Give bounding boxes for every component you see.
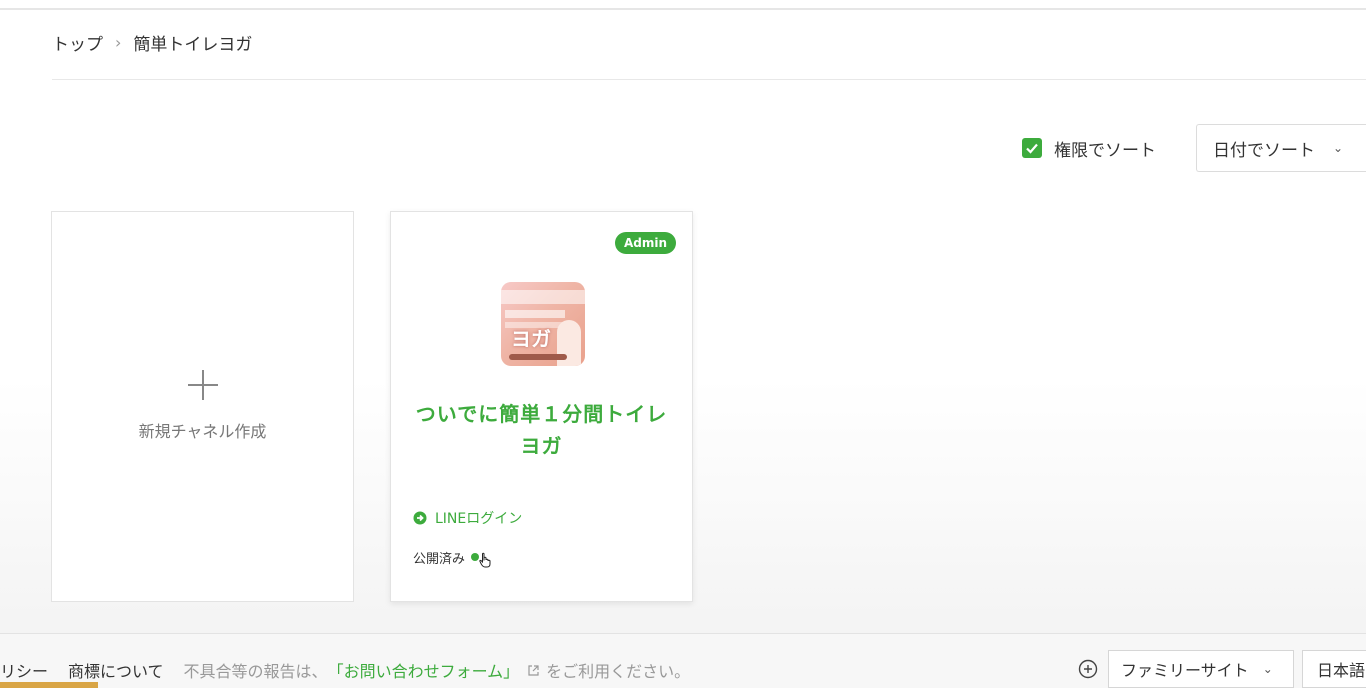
breadcrumb-separator: › [115, 33, 122, 52]
breadcrumb-current: 簡単トイレヨガ [133, 35, 253, 55]
header-divider [52, 79, 1366, 80]
report-notice-suffix: をご利用ください。 [546, 662, 691, 681]
report-notice: 不具合等の報告は、 [183, 662, 328, 681]
channel-card[interactable]: Admin ヨガ ついでに簡単１分間トイレヨガ LINEログイン 公開済み [390, 211, 693, 602]
sort-bar: 権限でソート 日付でソート ⌄ [1022, 124, 1366, 172]
plus-icon [187, 369, 218, 400]
channel-thumbnail: ヨガ [501, 282, 585, 366]
status-label: 公開済み [413, 551, 466, 567]
chevron-down-icon: ⌄ [1262, 662, 1273, 676]
date-sort-value: 日付でソート [1213, 140, 1315, 161]
status-dot-icon [471, 553, 480, 561]
family-site-select[interactable]: ファミリーサイト ⌄ [1108, 650, 1294, 688]
breadcrumb-home-link[interactable]: トップ [52, 30, 103, 55]
breadcrumb: トップ › 簡単トイレヨガ [52, 30, 252, 55]
thumbnail-strip [509, 354, 567, 360]
line-login-row: LINEログイン [413, 508, 522, 528]
admin-badge: Admin [614, 232, 676, 254]
plus-circle-icon[interactable] [1078, 659, 1098, 679]
contact-form-link[interactable]: 「お問い合わせフォーム」 [328, 658, 520, 682]
thumbnail-band [501, 290, 585, 304]
family-site-value: ファミリーサイト [1121, 661, 1249, 680]
permission-sort-checkbox[interactable] [1022, 138, 1042, 158]
permission-sort-label[interactable]: 権限でソート [1054, 136, 1156, 161]
thumbnail-logo: ヨガ [511, 327, 551, 351]
publish-status: 公開済み [413, 546, 493, 568]
line-login-label: LINEログイン [435, 511, 523, 527]
top-rule [0, 8, 1366, 10]
new-channel-card[interactable]: 新規チャネル作成 [51, 211, 354, 602]
checkmark-icon [1026, 143, 1038, 154]
footer: リシー 商標について 不具合等の報告は、 「お問い合わせフォーム」 をご利用くだ… [0, 633, 1366, 688]
language-value: 日本語 [1317, 661, 1366, 680]
thumbnail-band [505, 310, 565, 318]
arrow-right-circle-icon [413, 511, 427, 525]
bottom-strip [0, 682, 98, 688]
date-sort-select[interactable]: 日付でソート ⌄ [1196, 124, 1366, 172]
external-link-icon [528, 664, 539, 676]
hand-cursor-icon [479, 552, 491, 568]
policy-link[interactable]: リシー [0, 658, 48, 682]
trademark-link[interactable]: 商標について [68, 658, 164, 682]
footer-right: ファミリーサイト ⌄ 日本語 [1078, 650, 1366, 688]
new-channel-label: 新規チャネル作成 [138, 421, 267, 441]
language-select[interactable]: 日本語 [1302, 650, 1366, 688]
chevron-down-icon: ⌄ [1333, 141, 1344, 155]
footer-links: リシー 商標について 不具合等の報告は、 「お問い合わせフォーム」 をご利用くだ… [0, 658, 690, 682]
channel-title[interactable]: ついでに簡単１分間トイレヨガ [411, 398, 672, 462]
